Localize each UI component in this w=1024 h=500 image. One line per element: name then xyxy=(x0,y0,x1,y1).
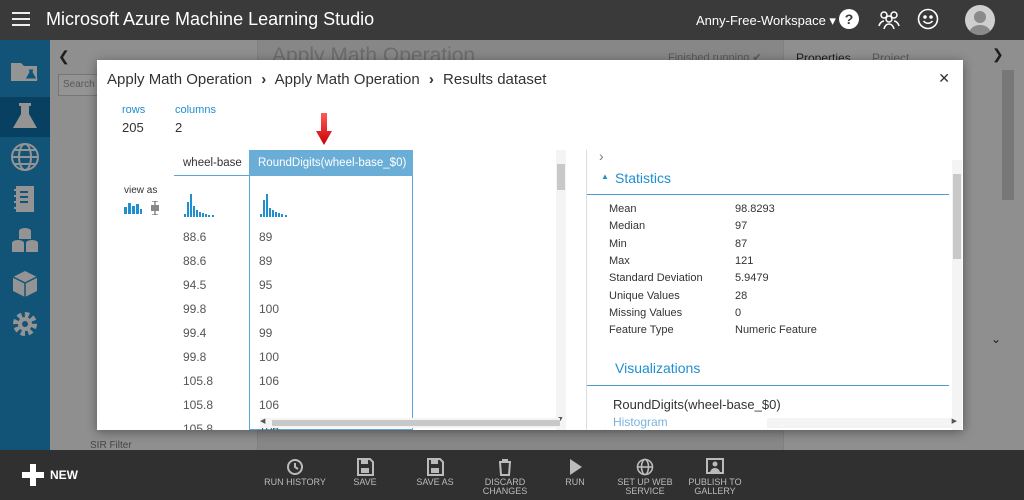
user-avatar[interactable] xyxy=(965,5,995,35)
gallery-icon xyxy=(706,458,724,474)
statistic-name: Feature Type xyxy=(609,324,674,337)
trash-icon xyxy=(499,459,511,476)
histogram-view-icon[interactable] xyxy=(124,201,142,214)
save-label: SAVE xyxy=(353,477,377,487)
discard-changes-button[interactable]: DISCARD CHANGES xyxy=(470,458,540,496)
statistics-horizontal-scrollbar[interactable]: ▶ xyxy=(767,418,957,428)
app-title: Microsoft Azure Machine Learning Studio xyxy=(46,9,375,29)
statistic-name: Missing Values xyxy=(609,306,683,319)
statistic-value: 97 xyxy=(735,220,748,233)
rows-label: rows xyxy=(122,104,146,116)
statistic-value: 121 xyxy=(735,254,754,267)
discard-changes-label: DISCARD CHANGES xyxy=(482,477,528,496)
column-header-wheel-base[interactable]: wheel-base xyxy=(174,150,249,176)
rows-value: 205 xyxy=(122,120,144,135)
statistics-title[interactable]: Statistics xyxy=(615,170,671,186)
save-as-button[interactable]: SAVE AS xyxy=(400,458,470,487)
expand-chevron-icon[interactable]: › xyxy=(599,150,604,164)
save-as-label: SAVE AS xyxy=(416,477,454,487)
table-cell: 100 xyxy=(259,350,280,364)
table-cell: 94.5 xyxy=(183,278,207,292)
close-icon[interactable]: ✕ xyxy=(938,70,950,87)
columns-value: 2 xyxy=(175,120,183,135)
statistic-value: 87 xyxy=(735,237,748,250)
table-horizontal-scrollbar[interactable]: ◀ xyxy=(260,418,560,428)
table-cell: 99 xyxy=(259,326,273,340)
statistic-value: 98.8293 xyxy=(735,203,775,215)
collapse-triangle-icon[interactable]: ▲ xyxy=(601,427,609,430)
results-dataset-dialog: Apply Math Operation › Apply Math Operat… xyxy=(97,60,963,430)
breadcrumb-item-current: Results dataset xyxy=(443,71,547,88)
statistic-name: Median xyxy=(609,220,646,233)
statistic-value: 28 xyxy=(735,289,748,302)
statistic-name: Max xyxy=(609,254,630,267)
breadcrumb-separator-icon: › xyxy=(428,71,434,88)
help-icon[interactable]: ? xyxy=(838,8,862,32)
table-cell: 95 xyxy=(259,278,273,292)
save-icon xyxy=(357,458,374,476)
statistic-value: Numeric Feature xyxy=(735,324,817,337)
table-cell: 106 xyxy=(259,374,280,388)
table-cell: 105.8 xyxy=(183,422,214,430)
hamburger-menu-icon[interactable] xyxy=(12,12,30,26)
table-cell: 99.8 xyxy=(183,350,207,364)
visualization-column-name: RoundDigits(wheel-base_$0) xyxy=(613,397,781,412)
save-button[interactable]: SAVE xyxy=(330,458,400,487)
red-arrow-annotation xyxy=(316,113,332,145)
column-header-rounddigits[interactable]: RoundDigits(wheel-base_$0) xyxy=(249,150,413,176)
table-cell: 89 xyxy=(259,254,273,268)
table-cell: 105.8 xyxy=(183,374,214,388)
save-as-icon xyxy=(427,458,444,476)
table-cell: 99.8 xyxy=(183,302,207,316)
statistic-name: Mean xyxy=(609,203,637,215)
visualizations-title[interactable]: Visualizations xyxy=(615,360,700,376)
statistics-scrollbar[interactable] xyxy=(952,160,962,430)
section-divider xyxy=(587,385,949,386)
statistics-panel: › ▲ Statistics Mean 98.8293 Median 97 Min 87 M… xyxy=(586,150,963,430)
globe-icon xyxy=(636,458,654,476)
run-label: RUN xyxy=(565,477,585,487)
top-bar: Microsoft Azure Machine Learning Studio … xyxy=(0,0,1024,40)
feedback-smiley-icon[interactable] xyxy=(917,8,941,32)
statistic-name: Standard Deviation xyxy=(609,272,703,285)
table-cell: 105.8 xyxy=(183,398,214,412)
boxplot-view-icon[interactable] xyxy=(150,201,160,215)
workspace-selector[interactable]: Anny-Free-Workspace ▾ xyxy=(696,13,836,29)
table-cell: 88.6 xyxy=(183,254,207,268)
columns-label: columns xyxy=(175,104,216,116)
run-history-button[interactable]: RUN HISTORY xyxy=(260,458,330,487)
mini-histogram-wheel-base xyxy=(184,194,214,217)
new-button[interactable]: NEW xyxy=(50,468,78,482)
section-divider xyxy=(587,194,949,195)
collapse-triangle-icon[interactable]: ▲ xyxy=(601,172,609,181)
view-as-label: view as xyxy=(124,185,158,196)
run-button[interactable]: RUN xyxy=(540,458,610,487)
table-cell: 106 xyxy=(259,398,280,412)
statistic-name: Min xyxy=(609,237,627,250)
set-up-web-service-label: SET UP WEB SERVICE xyxy=(617,477,673,496)
breadcrumb-item: Apply Math Operation xyxy=(274,71,420,88)
run-history-label: RUN HISTORY xyxy=(264,477,326,487)
new-plus-icon[interactable] xyxy=(22,464,44,486)
set-up-web-service-button[interactable]: SET UP WEB SERVICE xyxy=(610,458,680,496)
statistic-name: Unique Values xyxy=(609,289,680,302)
mini-histogram-rounddigits xyxy=(260,194,287,217)
statistic-value: 0 xyxy=(735,306,742,319)
table-cell: 99.4 xyxy=(183,326,207,340)
breadcrumb-separator-icon: › xyxy=(261,71,267,88)
community-icon[interactable] xyxy=(877,8,901,32)
table-cell: 88.6 xyxy=(183,230,207,244)
table-cell: 89 xyxy=(259,230,273,244)
breadcrumb-item: Apply Math Operation xyxy=(107,71,253,88)
publish-to-gallery-button[interactable]: PUBLISH TO GALLERY xyxy=(680,458,750,496)
visualization-type-link[interactable]: Histogram xyxy=(613,415,668,429)
table-cell: 100 xyxy=(259,302,280,316)
play-icon xyxy=(570,459,582,475)
breadcrumb: Apply Math Operation › Apply Math Operat… xyxy=(107,71,546,88)
statistic-value: 5.9479 xyxy=(735,272,769,285)
svg-text:?: ? xyxy=(845,11,854,27)
table-vertical-scrollbar[interactable]: ▼ xyxy=(556,150,566,430)
clock-icon xyxy=(287,459,303,475)
publish-to-gallery-label: PUBLISH TO GALLERY xyxy=(688,477,742,496)
